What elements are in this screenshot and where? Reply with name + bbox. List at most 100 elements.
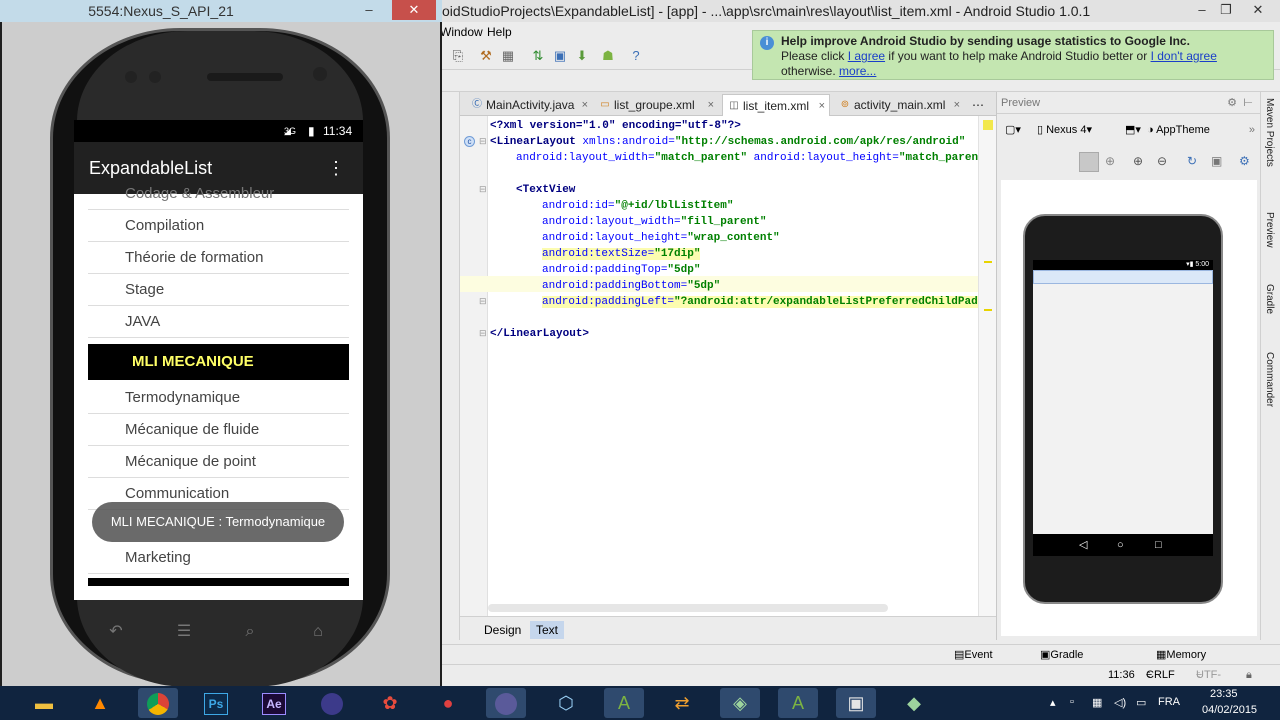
photoshop-icon[interactable]: Ps (196, 688, 236, 718)
android-studio-icon[interactable]: A (604, 688, 644, 718)
zoom-fit-icon[interactable]: ⊕ (1105, 154, 1115, 168)
warning-marker[interactable] (984, 261, 992, 263)
app-icon-7[interactable]: ◆ (894, 688, 934, 718)
editor-error-stripe[interactable] (978, 116, 996, 616)
settings-icon[interactable]: ⚙ (1227, 92, 1237, 114)
list-item[interactable]: Marketing (88, 542, 349, 574)
readonly-lock-icon[interactable]: 🔒︎ (1246, 665, 1252, 685)
list-group-header[interactable]: MLI MECANIQUE (88, 344, 349, 380)
tray-time[interactable]: 23:35 (1210, 688, 1238, 700)
tab-text[interactable]: Text (530, 621, 565, 639)
app-icon-3[interactable] (486, 688, 526, 718)
tab-activity-main[interactable]: ⊚ activity_main.xml × (834, 94, 964, 116)
app-icon-2[interactable]: ● (428, 688, 468, 718)
close-icon[interactable]: ✕ (1238, 0, 1278, 20)
home-icon[interactable]: ⌂ (306, 624, 330, 640)
search-icon[interactable]: ⌕ (238, 624, 262, 640)
orientation-icon[interactable]: ⬒▾ (1125, 116, 1141, 144)
config-icon[interactable]: ▢▾ (1005, 116, 1021, 144)
zoom-actual-icon[interactable] (1079, 152, 1099, 172)
preview-tool[interactable]: Preview (1264, 212, 1275, 248)
avd-manager-icon[interactable]: ▣ (552, 48, 568, 64)
tab-design[interactable]: Design (478, 621, 527, 639)
preview-settings-icon[interactable]: ⚙ (1239, 154, 1250, 168)
fold-icon[interactable]: ⊟ (479, 184, 487, 195)
list-group-header-partial[interactable] (88, 578, 349, 586)
structure-icon[interactable]: ⚒ (478, 48, 494, 64)
maximize-icon[interactable]: ❐ (1214, 0, 1238, 20)
fold-icon[interactable]: ⊟ (479, 296, 487, 307)
memory-monitor-button[interactable]: ▦ Memory Monitor (1156, 645, 1206, 681)
list-item[interactable]: Théorie de formation (88, 242, 349, 274)
list-item[interactable]: Mécanique de fluide (88, 414, 349, 446)
line-separator[interactable]: CRLF ÷ (1146, 665, 1175, 685)
caret-position[interactable]: 11:36 (1108, 665, 1135, 685)
tray-app-icon[interactable]: ▫ (1070, 696, 1074, 708)
refresh-icon[interactable]: ↻ (1187, 154, 1197, 168)
app-icon-6[interactable]: ▣ (836, 688, 876, 718)
fold-icon[interactable]: ⊟ (479, 328, 487, 339)
zoom-out-icon[interactable]: ⊖ (1157, 154, 1167, 168)
vlc-icon[interactable]: ▲ (80, 688, 120, 718)
cut-icon[interactable]: ⎘ (450, 48, 466, 64)
file-encoding[interactable]: UTF-8 ÷ (1196, 665, 1221, 701)
monitor-icon[interactable]: ▭ (1136, 696, 1146, 709)
close-tab-icon[interactable]: × (819, 95, 825, 117)
chrome-icon[interactable] (138, 688, 178, 718)
minimize-icon[interactable]: – (1190, 0, 1214, 20)
fold-icon[interactable]: ⊟ (479, 136, 487, 147)
screenshot-icon[interactable]: ▣ (1211, 154, 1222, 168)
eclipse-icon[interactable] (312, 688, 352, 718)
tab-overflow[interactable]: ⋯ (968, 94, 994, 116)
gradle-console-button[interactable]: ▣ Gradle Console (1040, 645, 1091, 681)
list-item[interactable]: Stage (88, 274, 349, 306)
android-studio-icon-2[interactable]: A (778, 688, 818, 718)
tab-list-item[interactable]: ◫ list_item.xml × (722, 94, 830, 116)
language-indicator[interactable]: FRA (1158, 696, 1180, 708)
maven-projects-tool[interactable]: Maven Projects (1264, 98, 1275, 167)
project-structure-icon[interactable]: ▦ (500, 48, 516, 64)
code-editor[interactable]: c ⊟ ⊟ ⊟ ⊟ <?xml version="1.0" encoding="… (460, 116, 996, 616)
close-tab-icon[interactable]: × (708, 94, 714, 116)
list-item[interactable]: JAVA (88, 306, 349, 338)
warning-marker[interactable] (984, 309, 992, 311)
back-icon[interactable]: ↶ (104, 624, 128, 640)
virtualbox-icon[interactable]: ⬡ (546, 688, 586, 718)
after-effects-icon[interactable]: Ae (254, 688, 294, 718)
theme-selector[interactable]: ◑ AppTheme (1147, 116, 1210, 144)
list-item[interactable]: Compilation (88, 210, 349, 242)
gradle-tool[interactable]: Gradle (1264, 284, 1275, 314)
close-tab-icon[interactable]: × (954, 94, 960, 116)
volume-icon[interactable]: ◁) (1114, 696, 1126, 709)
tab-list-groupe[interactable]: ▭ list_groupe.xml × (594, 94, 718, 116)
menu-window[interactable]: Window (440, 22, 483, 42)
menu-help[interactable]: Help (487, 22, 512, 42)
app-icon[interactable]: ✿ (370, 688, 410, 718)
help-icon[interactable]: ? (628, 48, 644, 64)
list-item[interactable]: Mécanique de point (88, 446, 349, 478)
android-monitor-icon[interactable]: ☗ (600, 48, 616, 64)
menu-icon[interactable]: ☰ (172, 624, 196, 640)
list-item[interactable]: Termodynamique (88, 382, 349, 414)
expandable-list[interactable]: Codage & Assembleur Compilation Théorie … (74, 185, 363, 600)
sdk-manager-icon[interactable]: ⬇ (574, 48, 590, 64)
rendered-list-item[interactable] (1033, 270, 1213, 284)
file-explorer-icon[interactable]: ▬ (24, 688, 64, 718)
close-tab-icon[interactable]: × (582, 94, 588, 116)
hide-panel-icon[interactable]: ⊢ (1243, 92, 1253, 114)
tray-expand-icon[interactable]: ▴ (1050, 696, 1056, 709)
agree-link[interactable]: I agree (848, 49, 885, 63)
class-marker-icon[interactable]: c (464, 136, 475, 147)
zoom-in-icon[interactable]: ⊕ (1133, 154, 1143, 168)
sync-icon[interactable]: ⇅ (530, 48, 546, 64)
emulator-close-icon[interactable]: ✕ (392, 0, 436, 20)
horizontal-scrollbar[interactable] (488, 604, 888, 612)
app-icon-5[interactable]: ◈ (720, 688, 760, 718)
disagree-link[interactable]: I don't agree (1151, 49, 1217, 63)
list-item[interactable]: Codage & Assembleur (88, 178, 349, 210)
event-log-button[interactable]: ▤ Event Log (954, 645, 993, 681)
more-link[interactable]: more... (839, 64, 876, 78)
tab-mainactivity[interactable]: Ⓒ MainActivity.java × (466, 94, 592, 116)
app-icon-4[interactable]: ⇄ (662, 688, 702, 718)
more-options-icon[interactable]: » (1249, 116, 1255, 144)
